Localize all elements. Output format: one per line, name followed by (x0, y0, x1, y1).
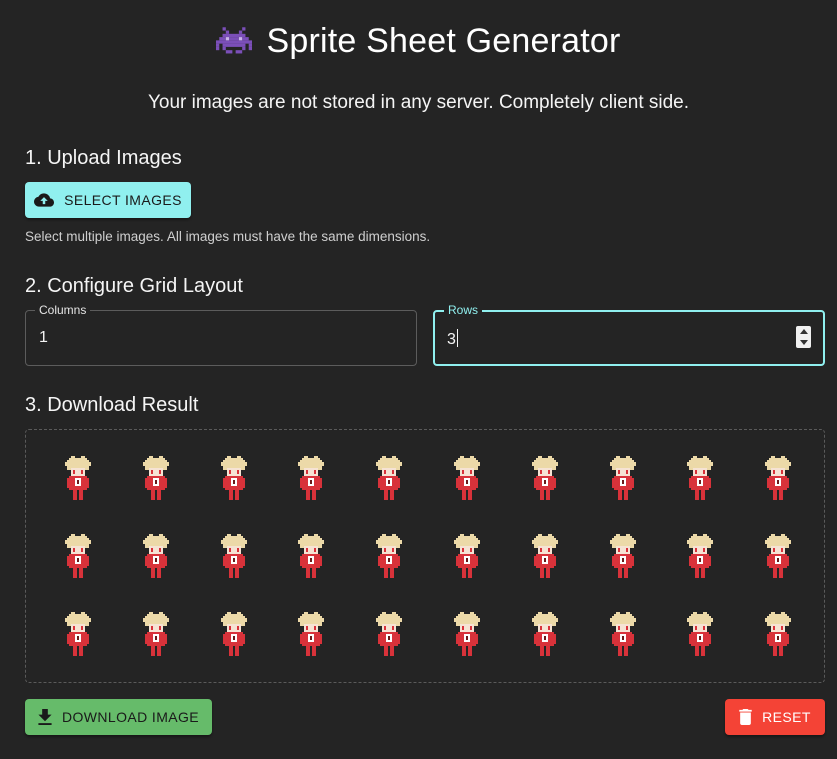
sprite-frame (296, 612, 326, 658)
sprite-frame (141, 612, 171, 658)
sprite-frame (296, 534, 326, 580)
trash-icon (739, 709, 752, 725)
sprite-frame (219, 456, 249, 502)
sprite-frame (530, 612, 560, 658)
sprite-frame (141, 534, 171, 580)
sprite-frame (63, 612, 93, 658)
rows-input[interactable]: 3 (447, 329, 458, 349)
sprite-frame (608, 612, 638, 658)
sprite-frame (452, 534, 482, 580)
select-images-button[interactable]: SELECT IMAGES (25, 182, 191, 218)
space-invader-icon (216, 26, 253, 53)
download-icon (38, 709, 52, 725)
sprite-frame (452, 612, 482, 658)
page-title: Sprite Sheet Generator (266, 22, 621, 60)
upload-helper-text: Select multiple images. All images must … (25, 229, 431, 244)
columns-label: Columns (35, 303, 91, 317)
sprite-frame (296, 456, 326, 502)
sprite-sheet-preview (25, 429, 825, 683)
sprite-frame (685, 534, 715, 580)
sprite-frame (608, 534, 638, 580)
reset-label: RESET (762, 709, 811, 725)
select-images-label: SELECT IMAGES (64, 192, 182, 208)
text-caret (456, 329, 458, 347)
rows-stepper[interactable] (796, 326, 811, 348)
columns-field[interactable]: Columns 1 (25, 303, 417, 366)
sprite-frame (763, 456, 793, 502)
sprite-grid (48, 450, 816, 670)
sprite-frame (452, 456, 482, 502)
sprite-frame (685, 612, 715, 658)
rows-label: Rows (444, 303, 483, 317)
sprite-frame (763, 612, 793, 658)
sprite-frame (608, 456, 638, 502)
upload-heading: 1. Upload Images (25, 147, 182, 169)
stepper-up-icon[interactable] (799, 329, 808, 334)
sprite-frame (63, 534, 93, 580)
page-title-wrapper: Sprite Sheet Generator (0, 22, 837, 61)
rows-field[interactable]: Rows 3 (433, 303, 825, 366)
download-image-label: DOWNLOAD IMAGE (61, 709, 200, 725)
sprite-frame (530, 534, 560, 580)
sprite-frame (530, 456, 560, 502)
sprite-frame (374, 456, 404, 502)
grid-heading: 2. Configure Grid Layout (25, 275, 243, 297)
reset-button[interactable]: RESET (725, 699, 825, 735)
stepper-down-icon[interactable] (799, 340, 808, 345)
rows-input-value: 3 (447, 331, 456, 348)
cloud-upload-icon (34, 193, 55, 207)
sprite-frame (763, 534, 793, 580)
sprite-frame (685, 456, 715, 502)
sprite-frame (219, 612, 249, 658)
download-image-button[interactable]: DOWNLOAD IMAGE (25, 699, 212, 735)
columns-input[interactable]: 1 (39, 329, 48, 347)
sprite-frame (374, 612, 404, 658)
sprite-frame (374, 534, 404, 580)
privacy-subtitle: Your images are not stored in any server… (147, 92, 690, 113)
sprite-frame (63, 456, 93, 502)
download-heading: 3. Download Result (25, 394, 199, 416)
sprite-frame (219, 534, 249, 580)
sprite-frame (141, 456, 171, 502)
